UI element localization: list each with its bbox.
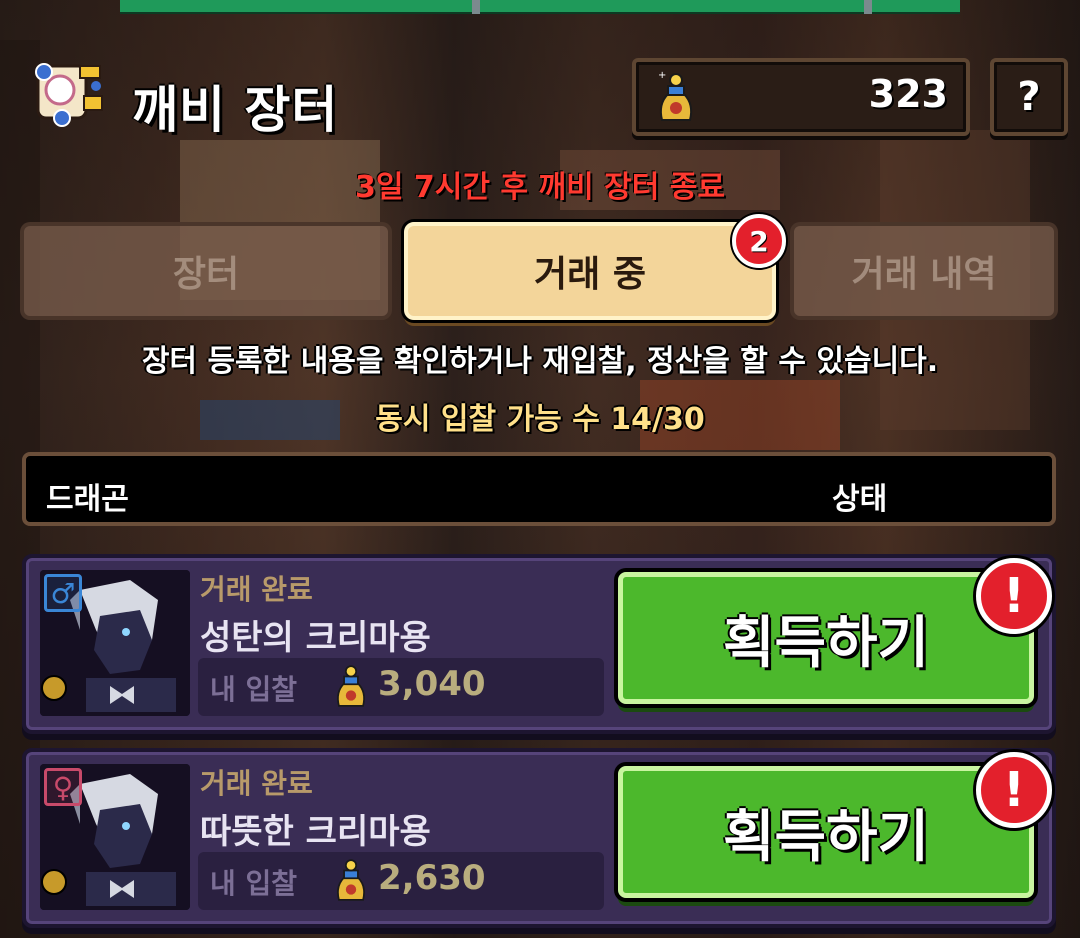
svg-text:+: + — [658, 70, 666, 81]
claim-button[interactable]: 획득하기 — [618, 572, 1034, 704]
help-button[interactable]: ? — [990, 58, 1068, 136]
dragon-portrait[interactable]: ♂ — [40, 570, 190, 716]
coin-bag-icon: + — [654, 70, 698, 124]
table-header: 드래곤 상태 — [22, 452, 1056, 526]
column-dragon: 드래곤 — [46, 482, 129, 517]
tab-market[interactable]: 장터 — [20, 222, 392, 320]
top-banner-strip — [120, 0, 960, 14]
my-bid-box: 내 입찰 2,630 — [198, 852, 604, 910]
market-icon — [34, 58, 106, 128]
tab-trading[interactable]: 거래 중 — [404, 222, 776, 320]
page-title: 깨비 장터 — [132, 81, 339, 139]
list-item: ♀ 거래 완료 따뜻한 크리마용 내 입찰 2,630 획득하기 ! — [22, 748, 1056, 928]
list-item: ♂ 거래 완료 성탄의 크리마용 내 입찰 3,040 획득하기 ! — [22, 554, 1056, 734]
bid-amount: 3,040 — [378, 664, 486, 704]
currency-display: + 323 — [632, 58, 970, 136]
my-bid-box: 내 입찰 3,040 — [198, 658, 604, 716]
column-status: 상태 — [832, 482, 888, 517]
dragon-name: 성탄의 크리마용 — [200, 618, 431, 658]
dragon-name: 따뜻한 크리마용 — [200, 812, 431, 852]
info-description: 장터 등록한 내용을 확인하거나 재입찰, 정산을 할 수 있습니다. — [141, 344, 939, 379]
tab-history[interactable]: 거래 내역 — [790, 222, 1058, 320]
bid-capacity-text: 동시 입찰 가능 수 14/30 — [375, 402, 705, 437]
currency-amount: 323 — [868, 72, 948, 116]
bid-amount: 2,630 — [378, 858, 486, 898]
market-end-timer: 3일 7시간 후 깨비 장터 종료 — [355, 170, 725, 205]
coin-bag-icon — [332, 662, 370, 710]
female-icon: ♀ — [44, 768, 82, 806]
tab-trading-badge: 2 — [732, 214, 786, 268]
trade-status: 거래 완료 — [200, 573, 313, 606]
alert-icon: ! — [976, 558, 1052, 634]
bid-label: 내 입찰 — [210, 673, 298, 706]
trade-status: 거래 완료 — [200, 767, 313, 800]
bid-label: 내 입찰 — [210, 867, 298, 900]
coin-bag-icon — [332, 856, 370, 904]
male-icon: ♂ — [44, 574, 82, 612]
dragon-portrait[interactable]: ♀ — [40, 764, 190, 910]
alert-icon: ! — [976, 752, 1052, 828]
claim-button[interactable]: 획득하기 — [618, 766, 1034, 898]
